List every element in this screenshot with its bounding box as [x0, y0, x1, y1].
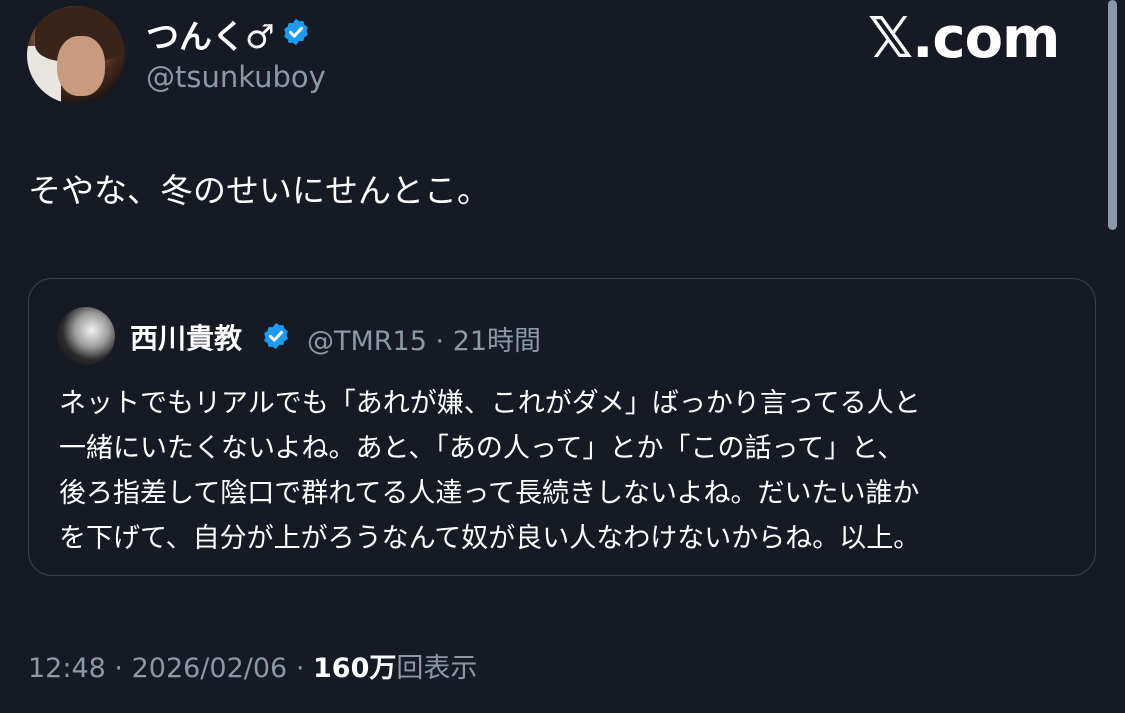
author-avatar[interactable] — [27, 6, 125, 104]
quote-text-line: ネットでもリアルでも「あれが嫌、これがダメ」ばっかり言ってる人と — [59, 388, 921, 419]
avatar-face — [57, 36, 105, 96]
quote-meta: @TMR15 · 21時間 — [307, 319, 541, 358]
author-name-text: つんく♂ — [146, 17, 275, 56]
author-handle[interactable]: @tsunkuboy — [146, 60, 326, 94]
verified-badge-icon — [281, 16, 311, 55]
tweet-time[interactable]: 12:48 — [28, 653, 106, 684]
quote-verified-badge-icon — [261, 321, 291, 355]
quote-text-line: を下げて、自分が上がろうなんて奴が良い人なわけないからね。以上。 — [59, 523, 921, 554]
quote-author-handle[interactable]: @TMR15 — [307, 326, 427, 357]
footer-separator: · — [114, 653, 123, 684]
quote-author-avatar[interactable] — [57, 307, 115, 365]
tweet-footer: 12:48 · 2026/02/06 · 160万回表示 — [28, 646, 477, 685]
tweet-date[interactable]: 2026/02/06 — [132, 653, 288, 684]
views-count: 160万 — [313, 653, 397, 684]
scrollbar[interactable] — [1108, 0, 1117, 230]
quote-timestamp[interactable]: 21時間 — [453, 326, 541, 357]
tweet-text: そやな、冬のせいにせんとこ。 — [28, 171, 490, 210]
quote-tweet-card[interactable]: 西川貴教 @TMR15 · 21時間 ネットでもリアルでも「あれが嫌、これがダメ… — [28, 278, 1096, 576]
x-logo: 𝕏.com — [868, 6, 1060, 71]
author-display-name[interactable]: つんく♂ — [146, 10, 311, 58]
quote-text: ネットでもリアルでも「あれが嫌、これがダメ」ばっかり言ってる人と 一緒にいたくな… — [59, 381, 1069, 561]
tweet-screenshot: つんく♂ @tsunkuboy 𝕏.com そやな、冬のせいにせんとこ。 西川貴… — [0, 0, 1125, 713]
quote-text-line: 一緒にいたくないよね。あと、「あの人って」とか「この話って」と、 — [59, 433, 905, 464]
quote-meta-separator: · — [435, 326, 445, 357]
quote-author-name[interactable]: 西川貴教 — [130, 317, 242, 357]
footer-separator: · — [295, 653, 305, 684]
views-label: 回表示 — [396, 653, 478, 684]
quote-text-line: 後ろ指差して陰口で群れてる人達って長続きしないよね。だいたい誰か — [59, 478, 920, 509]
